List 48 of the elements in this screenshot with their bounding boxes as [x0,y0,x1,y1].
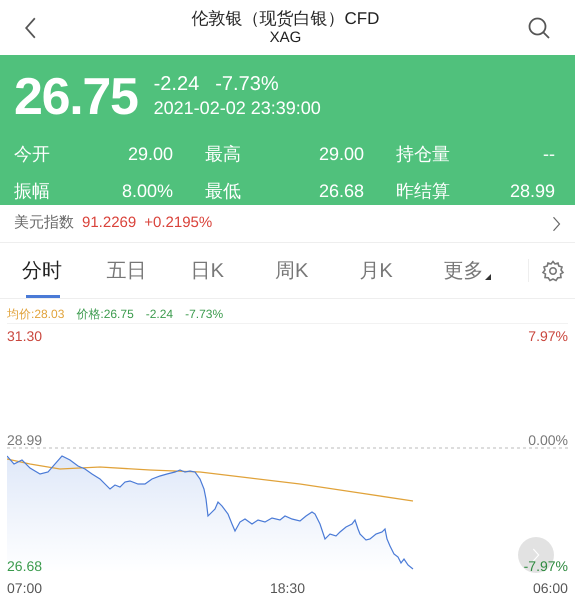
page-title: 伦敦银（现货白银）CFD [192,8,380,29]
stat-value: 29.00 [318,143,364,166]
settings-icon [540,258,565,282]
stat-value: -- [543,143,555,166]
stat-value: 28.99 [510,180,555,203]
y-axis-label: 26.68 [7,557,42,576]
index-value: 91.2269 [82,213,136,234]
change-legend: -2.24 [146,305,174,323]
price-legend: 价格:26.75 [76,305,134,323]
x-axis-label: 18:30 [270,579,306,598]
stat-value: 29.00 [128,143,173,166]
dropdown-icon [484,274,491,280]
y-axis-label: 7.97% [528,327,568,346]
chart-tab[interactable]: 更多 [444,243,528,298]
stat-label: 昨结算 [396,180,450,203]
change-percent-legend: -7.73% [185,305,224,323]
chart-tab[interactable]: 月K [359,243,444,298]
y-axis-label: 31.30 [7,327,42,346]
y-axis-label: 28.99 [7,431,42,450]
stat-value: 26.68 [318,180,364,203]
x-axis-label: 06:00 [532,579,568,598]
y-axis-label: -7.97% [524,557,568,576]
search-icon [527,16,551,40]
stat-value: 8.00% [122,180,173,203]
stat-label: 最低 [205,180,241,203]
symbol-code: XAG [270,28,302,48]
y-axis-label: 0.00% [528,431,568,450]
stat-label: 振幅 [14,180,50,203]
index-label: 美元指数 [14,213,74,234]
stat-label: 今开 [14,143,50,166]
stat-label: 最高 [205,143,241,166]
price-change: -2.24 [154,72,200,97]
average-price-legend: 均价:28.03 [7,305,64,323]
tab-underline [26,295,60,298]
chart-tab[interactable]: 日K [190,243,275,298]
search-button[interactable] [527,16,551,40]
x-axis-label: 07:00 [7,579,42,598]
index-change: +0.2195% [144,213,212,234]
chart-tab[interactable]: 分时 [22,243,106,298]
chevron-right-icon [552,216,561,232]
last-price: 26.75 [14,71,138,123]
price-change-percent: -7.73% [215,72,279,97]
chart-tab[interactable]: 五日 [106,243,191,298]
chart-tab[interactable]: 周K [274,243,360,298]
quote-time: 2021-02-02 23:39:00 [154,97,321,120]
back-icon [24,16,37,38]
chevron-right-icon [532,548,540,562]
stat-label: 持仓量 [396,143,450,166]
